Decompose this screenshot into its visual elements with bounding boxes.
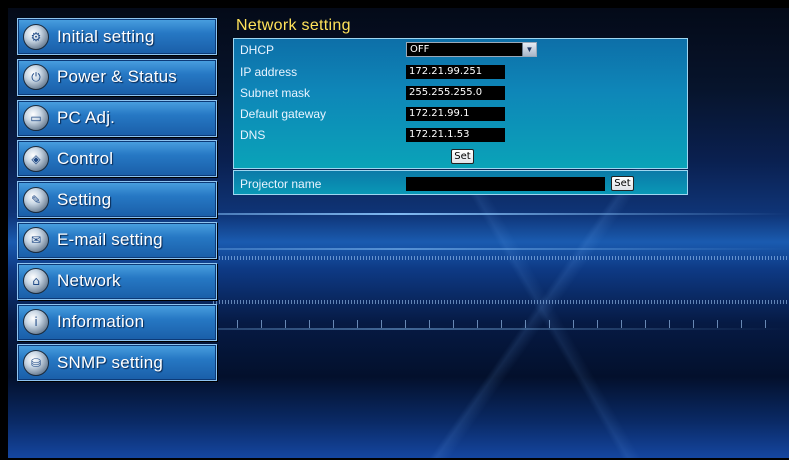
sidebar-item-label: E-mail setting — [57, 230, 163, 250]
ip-address-field[interactable]: 172.21.99.251 — [406, 65, 505, 79]
background-dotted-line — [213, 300, 789, 304]
sidebar-item-label: Control — [57, 148, 114, 168]
control-icon: ◈ — [23, 145, 49, 172]
sidebar-item-label: Power & Status — [57, 67, 177, 87]
dhcp-label: DHCP — [240, 42, 275, 57]
sidebar-item-label: Information — [57, 312, 145, 332]
dhcp-row: DHCP OFF ▼ — [240, 42, 537, 57]
subnet-mask-row: Subnet mask 255.255.255.0 — [240, 86, 505, 100]
sidebar-item-information[interactable]: i Information — [17, 303, 217, 341]
default-gateway-field[interactable]: 172.21.99.1 — [406, 107, 505, 121]
sidebar-item-power-status[interactable]: ⏻ Power & Status — [17, 58, 217, 96]
projector-name-panel: Projector name Set — [233, 170, 688, 195]
background-dotted-line — [213, 256, 789, 260]
sidebar-menu: ⚙ Initial setting ⏻ Power & Status ▭ PC … — [17, 18, 217, 385]
sidebar-item-label: PC Adj. — [57, 108, 116, 128]
subnet-mask-label: Subnet mask — [240, 86, 311, 100]
power-status-icon: ⏻ — [23, 64, 49, 91]
background-rays — [308, 158, 788, 458]
sidebar-item-label: Setting — [57, 189, 112, 209]
email-icon: ✉ — [23, 227, 49, 254]
sidebar-item-pc-adj[interactable]: ▭ PC Adj. — [17, 99, 217, 137]
dhcp-select[interactable]: OFF ▼ — [406, 42, 537, 57]
network-icon: ⌂ — [23, 268, 49, 295]
dns-field[interactable]: 172.21.1.53 — [406, 128, 505, 142]
sidebar-item-snmp-setting[interactable]: ⛁ SNMP setting — [17, 344, 217, 382]
sidebar-item-network[interactable]: ⌂ Network — [17, 262, 217, 300]
background-tick-line — [213, 320, 789, 328]
sidebar-item-email-setting[interactable]: ✉ E-mail setting — [17, 221, 217, 259]
projector-name-field[interactable] — [406, 176, 605, 191]
sidebar-item-initial-setting[interactable]: ⚙ Initial setting — [17, 18, 217, 55]
network-settings-panel: DHCP OFF ▼ IP address 172.21.99.251 Subn… — [233, 38, 688, 169]
default-gateway-label: Default gateway — [240, 107, 327, 121]
projector-name-set-button[interactable]: Set — [611, 176, 634, 191]
initial-setting-icon: ⚙ — [23, 23, 49, 50]
page-title: Network setting — [236, 17, 351, 34]
dns-row: DNS 172.21.1.53 — [240, 128, 505, 142]
sidebar-item-setting[interactable]: ✎ Setting — [17, 181, 217, 219]
projector-name-label: Projector name — [240, 176, 322, 191]
chevron-down-icon[interactable]: ▼ — [522, 43, 536, 56]
default-gateway-row: Default gateway 172.21.99.1 — [240, 107, 505, 121]
sidebar-item-label: Network — [57, 271, 121, 291]
sidebar-item-control[interactable]: ◈ Control — [17, 140, 217, 178]
ip-address-label: IP address — [240, 65, 298, 79]
projector-name-row: Projector name Set — [240, 176, 634, 191]
dns-label: DNS — [240, 128, 266, 142]
ip-address-row: IP address 172.21.99.251 — [240, 65, 505, 79]
setting-icon: ✎ — [23, 186, 49, 213]
information-icon: i — [23, 309, 49, 336]
sidebar-item-label: Initial setting — [57, 26, 155, 46]
subnet-mask-field[interactable]: 255.255.255.0 — [406, 86, 505, 100]
dhcp-select-value: OFF — [410, 44, 430, 55]
sidebar-item-label: SNMP setting — [57, 352, 164, 372]
network-set-button[interactable]: Set — [451, 149, 474, 164]
pc-adj-icon: ▭ — [23, 105, 49, 132]
snmp-icon: ⛁ — [23, 349, 49, 376]
